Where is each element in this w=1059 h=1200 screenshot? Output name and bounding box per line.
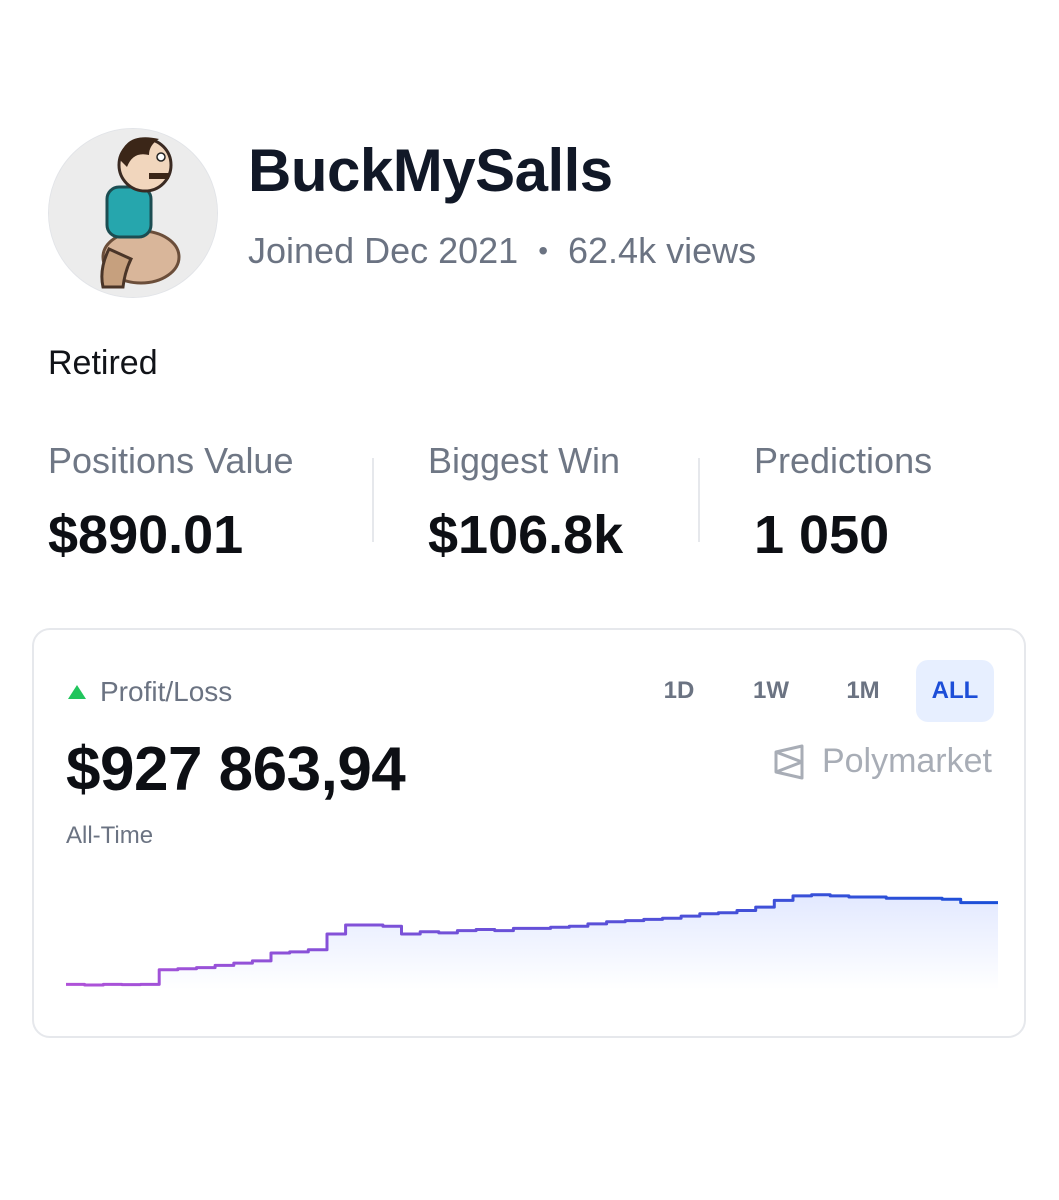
pnl-value: $927 863,94: [66, 735, 406, 804]
stat-label: Predictions: [754, 440, 933, 481]
joined-date: Joined Dec 2021: [248, 230, 519, 271]
stats-row: Positions Value $890.01 Biggest Win $106…: [48, 440, 1008, 570]
triangle-up-icon: [68, 685, 86, 699]
range-all-button[interactable]: ALL: [916, 660, 994, 722]
stat-divider: [698, 458, 700, 542]
pnl-chart[interactable]: [66, 870, 998, 1002]
profile-bio: Retired: [48, 344, 158, 382]
range-1m-button[interactable]: 1M: [824, 660, 902, 722]
stat-value: 1 050: [754, 505, 890, 565]
avatar[interactable]: [48, 128, 218, 298]
stat-value: $106.8k: [428, 505, 624, 565]
stat-divider: [372, 458, 374, 542]
range-1d-button[interactable]: 1D: [640, 660, 718, 722]
profit-loss-card: Profit/Loss $927 863,94 All-Time 1D 1W 1…: [32, 628, 1026, 1038]
stat-value: $890.01: [48, 505, 244, 565]
stat-label: Biggest Win: [428, 440, 621, 481]
profile-meta: Joined Dec 2021 • 62.4k views: [248, 230, 756, 272]
range-selector: 1D 1W 1M ALL: [640, 660, 994, 722]
view-count: 62.4k views: [568, 230, 757, 271]
stat-positions-value: Positions Value $890.01: [48, 440, 293, 566]
avatar-cartoon-icon: [49, 129, 217, 297]
polymarket-brand: Polymarket: [772, 742, 992, 781]
meta-separator: •: [538, 235, 549, 266]
brand-name: Polymarket: [821, 742, 992, 780]
pnl-area-fill: [66, 894, 998, 990]
pnl-timeframe-label: All-Time: [66, 822, 154, 849]
polymarket-logo-icon: [774, 744, 804, 779]
stat-biggest-win: Biggest Win $106.8k: [428, 440, 623, 566]
pnl-header: Profit/Loss: [68, 676, 232, 708]
username: BuckMySalls: [248, 137, 613, 204]
stat-label: Positions Value: [48, 440, 294, 481]
stat-predictions: Predictions 1 050: [754, 440, 932, 566]
range-1w-button[interactable]: 1W: [732, 660, 810, 722]
pnl-label: Profit/Loss: [100, 676, 233, 707]
